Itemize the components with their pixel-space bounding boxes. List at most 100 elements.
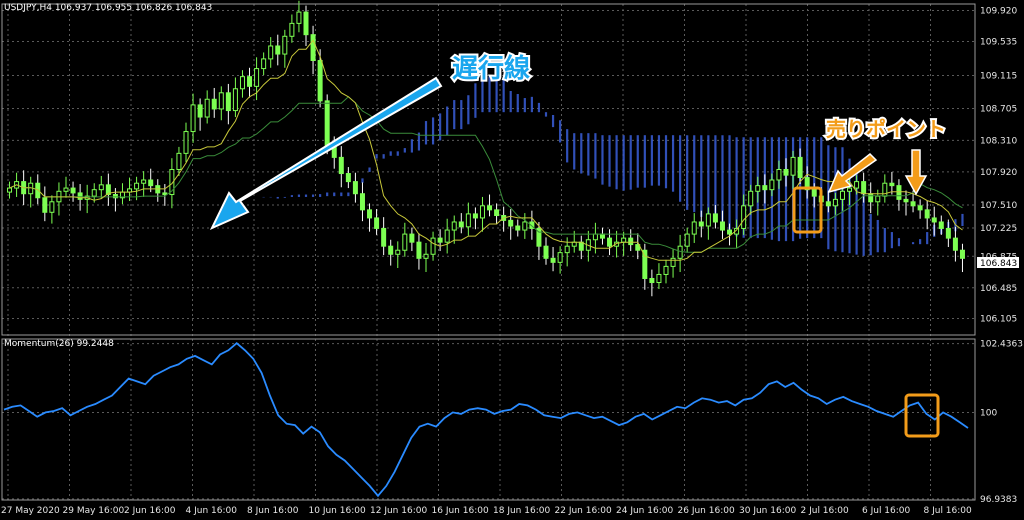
price-tick-label: 108.705: [980, 105, 1017, 115]
candle-body: [677, 245, 683, 259]
candle-body: [712, 213, 718, 223]
candle-body: [741, 205, 747, 229]
candle-body: [910, 201, 916, 207]
candle-body: [451, 221, 457, 231]
last-price-badge: 106.843: [977, 257, 1019, 269]
momentum-indicator: [3, 342, 969, 498]
candle-body: [141, 179, 147, 184]
candle-body: [359, 193, 365, 211]
candle-body: [374, 217, 380, 229]
candle-body: [70, 187, 76, 194]
candle-body: [458, 221, 464, 228]
candle-body: [522, 221, 528, 231]
price-tick-label: 108.310: [980, 136, 1017, 146]
candle-body: [875, 195, 881, 203]
momentum-axis: 102.4363 100 96.9383: [980, 340, 1023, 505]
candle-body: [7, 187, 13, 193]
price-chart: 109.920 109.535 109.115 108.705 108.310 107.9…: [0, 0, 1023, 516]
price-tick-label: 109.115: [980, 71, 1017, 81]
candle-body: [395, 249, 401, 255]
price-tick-label: 109.920: [980, 6, 1017, 16]
symbol-header: USDJPY,H4 106.937 106.955 106.826 106.84…: [4, 3, 212, 13]
candle-body: [148, 179, 154, 187]
candle-body: [254, 68, 260, 87]
candle-body: [896, 185, 902, 200]
candle-body: [423, 253, 429, 259]
price-tick-label: 107.510: [980, 201, 1017, 211]
candle-body: [515, 225, 521, 231]
candle-body: [444, 229, 450, 243]
candle-body: [663, 265, 669, 275]
candle-body: [465, 213, 471, 228]
candle-body: [190, 104, 196, 133]
momentum-tick-label: 96.9383: [980, 495, 1017, 505]
time-axis: 27 May 2020 29 May 16:00 2 Jun 16:00 4 Jun …: [1, 506, 972, 516]
candle-body: [861, 181, 867, 195]
price-axis: 109.920 109.535 109.115 108.705 108.310 107.9…: [980, 6, 1017, 324]
candle-body: [409, 233, 415, 243]
time-tick-label: 24 Jun 16:00: [616, 506, 673, 516]
time-tick-label: 8 Jul 16:00: [924, 506, 973, 516]
candle-body: [649, 277, 655, 284]
candle-body: [508, 219, 514, 227]
candle-body: [338, 156, 344, 175]
candle-body: [183, 131, 189, 154]
candle-body: [705, 213, 711, 227]
candle-body: [77, 192, 83, 200]
lagging-span-label: 遅行線: [452, 53, 530, 84]
price-tick-label: 107.225: [980, 224, 1017, 234]
candle-body: [755, 185, 761, 192]
time-tick-label: 27 May 2020: [1, 506, 60, 516]
chart-window: 109.920 109.535 109.115 108.705 108.310 107.9…: [0, 0, 1024, 520]
candle-body: [776, 169, 782, 181]
price-tick-label: 109.535: [980, 38, 1017, 48]
candle-body: [63, 187, 69, 192]
candle-body: [261, 58, 267, 70]
candle-body: [91, 189, 97, 197]
candle-body: [557, 252, 563, 263]
candle-body: [938, 221, 944, 229]
time-tick-label: 4 Jun 16:00: [186, 506, 238, 516]
candle-body: [769, 179, 775, 191]
candle-body: [345, 173, 351, 183]
candle-body: [289, 22, 295, 37]
candle-body: [719, 221, 725, 231]
candle-body: [684, 233, 690, 247]
momentum-header: Momentum(26) 99.2448: [4, 339, 114, 349]
candle-body: [388, 245, 394, 255]
candle-body: [931, 217, 937, 223]
time-tick-label: 29 May 16:00: [63, 506, 125, 516]
candle-body: [564, 245, 570, 254]
candle-body: [381, 227, 387, 247]
candle-body: [599, 233, 605, 239]
candle-body: [543, 245, 549, 259]
candle-body: [607, 237, 613, 247]
momentum-tick-label: 100: [980, 408, 997, 418]
price-tick-label: 106.105: [980, 314, 1017, 324]
time-tick-label: 26 Jun 16:00: [678, 506, 735, 516]
time-tick-label: 18 Jun 16:00: [493, 506, 550, 516]
candle-body: [402, 233, 408, 251]
candle-body: [239, 76, 245, 90]
candle-body: [790, 156, 796, 176]
time-tick-label: 30 Jun 16:00: [739, 506, 796, 516]
candle-body: [592, 233, 598, 241]
candle-body: [917, 205, 923, 211]
candle-body: [494, 209, 500, 217]
time-tick-label: 2 Jun 16:00: [124, 506, 176, 516]
candle-body: [367, 209, 373, 219]
candle-body: [797, 156, 803, 179]
time-tick-label: 8 Jun 16:00: [247, 506, 299, 516]
candle-body: [727, 229, 733, 235]
candle-body: [670, 257, 676, 267]
candle-body: [889, 182, 895, 187]
candle-body: [268, 45, 274, 60]
candle-body: [162, 192, 168, 196]
candle-body: [317, 60, 323, 102]
candle-body: [748, 190, 754, 207]
candle-body: [49, 201, 55, 213]
candle-body: [275, 45, 281, 55]
time-tick-label: 12 Jun 16:00: [370, 506, 427, 516]
candle-body: [959, 249, 965, 259]
candle-body: [324, 100, 330, 146]
